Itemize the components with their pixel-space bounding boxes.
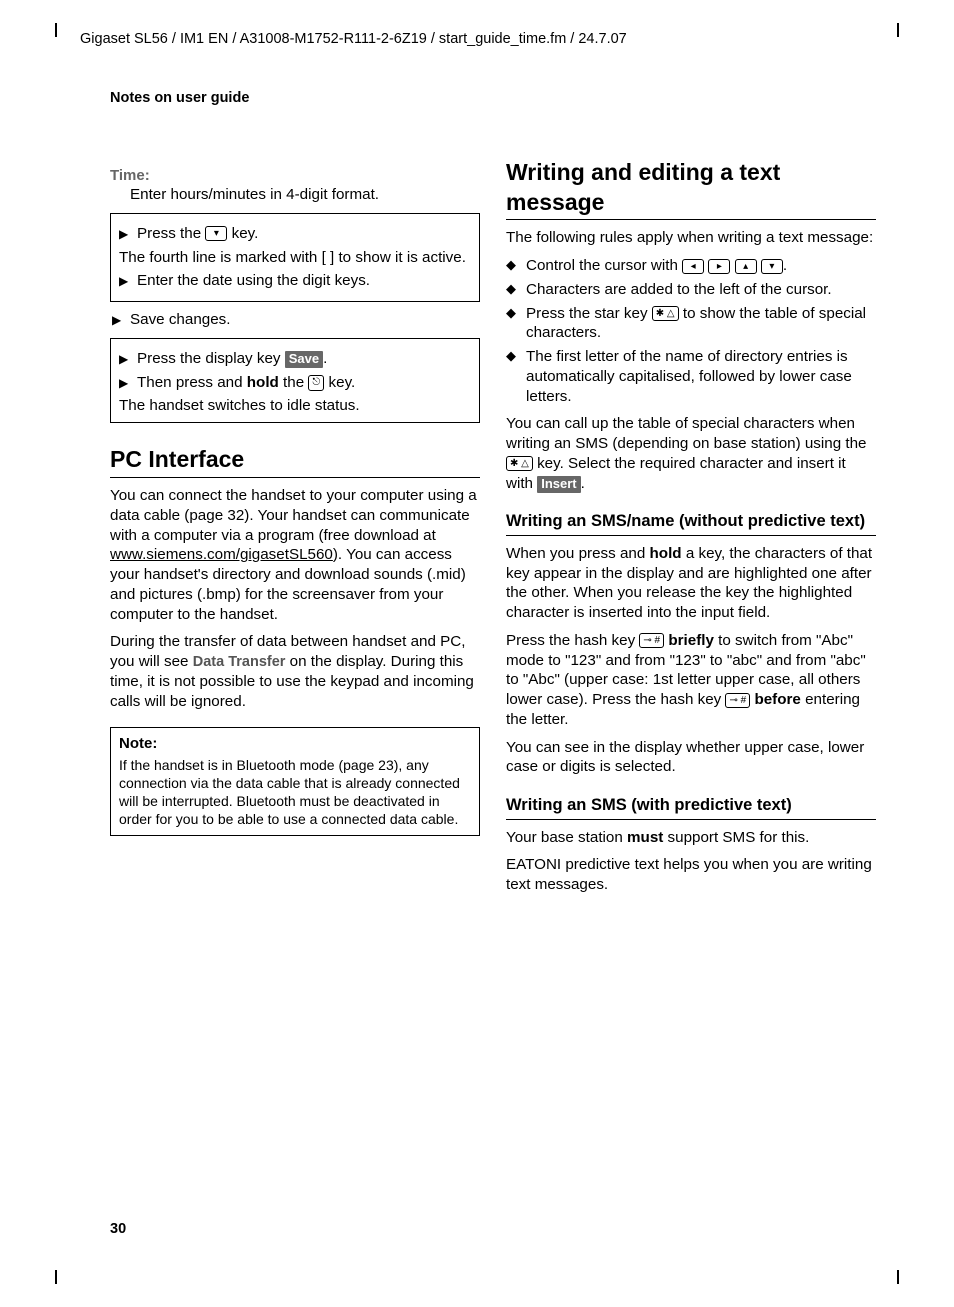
bold-text: must — [627, 829, 663, 846]
pc-paragraph-1: You can connect the handset to your comp… — [110, 486, 480, 624]
arrow-icon: ▶ — [119, 227, 131, 243]
text-fragment: Press the star key — [526, 305, 652, 322]
step-text: Press the ▾ key. — [137, 224, 258, 244]
text-fragment: . — [783, 257, 787, 274]
note-heading: Note: — [119, 734, 471, 754]
arrow-icon: ▶ — [119, 274, 131, 290]
pc-interface-heading: PC Interface — [110, 445, 480, 478]
text-fragment: Press the — [137, 225, 205, 242]
text-fragment: . — [581, 475, 585, 492]
text-fragment: . — [323, 350, 327, 367]
document-page: Gigaset SL56 / IM1 EN / A31008-M1752-R11… — [0, 0, 954, 1307]
text-fragment: key. — [227, 225, 258, 242]
sms-no-predictive-p1: When you press and hold a key, the chara… — [506, 544, 876, 623]
time-heading: Time: — [110, 166, 480, 186]
text-fragment: Your base station — [506, 829, 627, 846]
idle-status-note: The handset switches to idle status. — [119, 396, 471, 416]
text-fragment: Press the hash key — [506, 632, 639, 649]
up-key-icon: ▴ — [735, 259, 757, 274]
page-number: 30 — [110, 1220, 126, 1239]
step-press-save: ▶ Press the display key Save. — [119, 349, 471, 369]
data-transfer-label: Data Transfer — [193, 654, 286, 670]
sms-no-predictive-p3: You can see in the display whether upper… — [506, 738, 876, 778]
star-key-icon: ✱ △ — [652, 306, 679, 321]
note-box: Note: If the handset is in Bluetooth mod… — [110, 727, 480, 835]
note-body: If the handset is in Bluetooth mode (pag… — [119, 757, 460, 828]
text-fragment: Control the cursor with — [526, 257, 682, 274]
left-key-icon: ◂ — [682, 259, 704, 274]
star-key-icon: ✱ △ — [506, 456, 533, 471]
rule-star-key: Press the star key ✱ △ to show the table… — [506, 304, 876, 344]
text-fragment: support SMS for this. — [663, 829, 809, 846]
active-line-note: The fourth line is marked with [ ] to sh… — [119, 248, 471, 268]
text-fragment: Press the display key — [137, 350, 285, 367]
right-key-icon: ▸ — [708, 259, 730, 274]
rules-list: Control the cursor with ◂ ▸ ▴ ▾. Charact… — [506, 256, 876, 406]
rules-intro: The following rules apply when writing a… — [506, 228, 876, 248]
rule-left-cursor: Characters are added to the left of the … — [506, 280, 876, 300]
sms-predictive-p2: EATONI predictive text helps you when yo… — [506, 855, 876, 895]
text-fragment: key. — [324, 374, 355, 391]
siemens-link: www.siemens.com/gigasetSL560 — [110, 546, 333, 563]
bold-text: briefly — [668, 632, 714, 649]
content-columns: Time: Enter hours/minutes in 4-digit for… — [110, 158, 884, 903]
writing-heading: Writing and editing a text message — [506, 158, 876, 221]
rule-capitalise: The first letter of the name of director… — [506, 347, 876, 406]
sms-no-predictive-p2: Press the hash key ⊸ # briefly to switch… — [506, 631, 876, 730]
step-text: Press the display key Save. — [137, 349, 327, 369]
text-fragment: the — [279, 374, 309, 391]
down-key-icon: ▾ — [205, 226, 227, 241]
save-softkey: Save — [285, 351, 323, 368]
right-column: Writing and editing a text message The f… — [506, 158, 876, 903]
left-column: Time: Enter hours/minutes in 4-digit for… — [110, 158, 480, 903]
hash-key-icon: ⊸ # — [639, 633, 664, 648]
sms-predictive-p1: Your base station must support SMS for t… — [506, 828, 876, 848]
sms-no-predictive-heading: Writing an SMS/name (without predictive … — [506, 511, 876, 535]
down-key-icon: ▾ — [761, 259, 783, 274]
hangup-key-icon: ⎋ — [308, 375, 324, 391]
arrow-icon: ▶ — [112, 313, 124, 329]
text-fragment: You can connect the handset to your comp… — [110, 487, 477, 544]
bold-text: hold — [247, 374, 279, 391]
step-hold-hangup: ▶ Then press and hold the ⎋ key. — [119, 373, 471, 393]
text-fragment: Then press and — [137, 374, 247, 391]
step-text: Save changes. — [130, 310, 230, 330]
rule-cursor: Control the cursor with ◂ ▸ ▴ ▾. — [506, 256, 876, 276]
header-path: Gigaset SL56 / IM1 EN / A31008-M1752-R11… — [80, 30, 884, 49]
step-text: Enter the date using the digit keys. — [137, 271, 370, 291]
step-enter-date: ▶ Enter the date using the digit keys. — [119, 271, 471, 291]
insert-softkey: Insert — [537, 476, 580, 493]
arrow-icon: ▶ — [119, 376, 131, 392]
step-text: Then press and hold the ⎋ key. — [137, 373, 355, 393]
sms-predictive-heading: Writing an SMS (with predictive text) — [506, 795, 876, 819]
step-save-changes: ▶ Save changes. — [112, 310, 480, 330]
bold-text: before — [754, 691, 800, 708]
time-description: Enter hours/minutes in 4-digit format. — [130, 185, 480, 205]
save-box: ▶ Press the display key Save. ▶ Then pre… — [110, 338, 480, 423]
hash-key-icon: ⊸ # — [725, 693, 750, 708]
date-entry-box: ▶ Press the ▾ key. The fourth line is ma… — [110, 213, 480, 302]
text-fragment: When you press and — [506, 545, 650, 562]
bold-text: hold — [650, 545, 682, 562]
text-fragment: You can call up the table of special cha… — [506, 415, 867, 452]
pc-paragraph-2: During the transfer of data between hand… — [110, 632, 480, 711]
section-label: Notes on user guide — [110, 89, 884, 108]
arrow-icon: ▶ — [119, 352, 131, 368]
step-press-down: ▶ Press the ▾ key. — [119, 224, 471, 244]
special-chars-para: You can call up the table of special cha… — [506, 414, 876, 493]
